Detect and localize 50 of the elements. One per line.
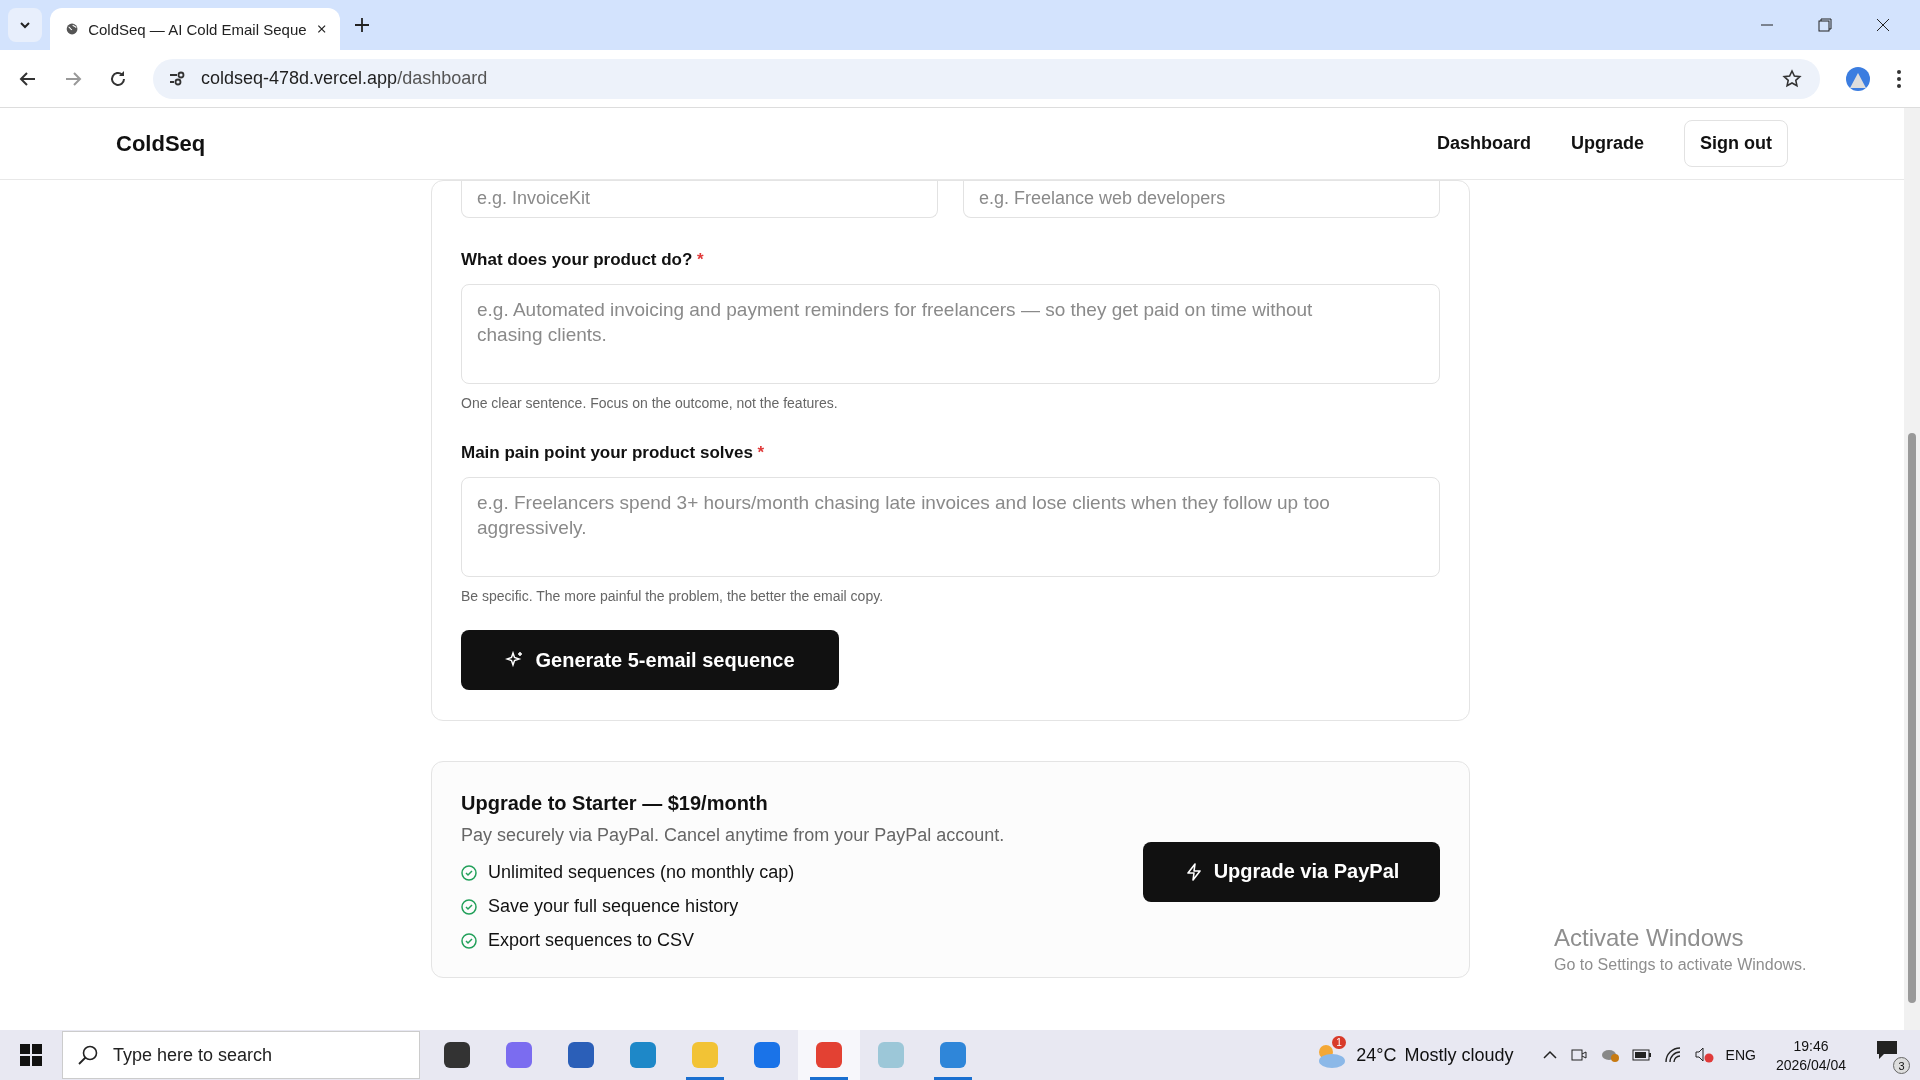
scrollbar[interactable] bbox=[1904, 108, 1920, 1030]
check-circle-icon bbox=[461, 898, 477, 915]
address-bar[interactable]: coldseq-478d.vercel.app/dashboard bbox=[153, 58, 1820, 99]
activation-notice-title: Activate Windows bbox=[1554, 924, 1745, 952]
weather-badge: 1 bbox=[1332, 1036, 1346, 1049]
feature-text: Unlimited sequences (no monthly cap) bbox=[488, 862, 795, 883]
nav-link[interactable]: Upgrade bbox=[1571, 133, 1644, 154]
generate-button[interactable]: Generate 5-email sequence bbox=[461, 630, 839, 690]
muted-speaker-icon[interactable] bbox=[1693, 1046, 1714, 1064]
feature-text: Save your full sequence history bbox=[488, 896, 739, 917]
windows-logo-icon[interactable] bbox=[20, 1044, 42, 1066]
battery-icon[interactable] bbox=[1631, 1048, 1652, 1062]
close-icon[interactable] bbox=[316, 22, 326, 36]
new-tab-icon[interactable] bbox=[354, 17, 370, 33]
menu-icon[interactable] bbox=[1896, 68, 1902, 89]
camera-icon[interactable] bbox=[1569, 1046, 1588, 1064]
input-field[interactable]: e.g. InvoiceKit bbox=[461, 181, 938, 218]
help-text: One clear sentence. Focus on the outcome, not the features. bbox=[461, 395, 839, 411]
temperature-text: 24°C bbox=[1356, 1044, 1397, 1066]
upgrade-subtitle: Pay securely via PayPal. Cancel anytime from your PayPal account. bbox=[461, 825, 1006, 846]
notifications-icon[interactable] bbox=[1876, 1040, 1898, 1060]
search-icon bbox=[77, 1044, 99, 1066]
nav-link[interactable]: Dashboard bbox=[1436, 133, 1531, 154]
clock-date[interactable]: 2026/04/04 bbox=[1775, 1056, 1846, 1073]
restore-icon[interactable] bbox=[1818, 18, 1832, 32]
upgrade-button[interactable]: Upgrade via PayPal bbox=[1143, 841, 1440, 902]
star-icon[interactable] bbox=[1782, 68, 1802, 89]
field-label: Main pain point your product solves * bbox=[461, 443, 766, 463]
taskbar-app-button[interactable] bbox=[798, 1030, 860, 1080]
field-label: What does your product do? * bbox=[461, 250, 705, 270]
textarea-field[interactable]: e.g. Freelancers spend 3+ hours/month chasing late invoices and lose clients when they follow up too aggressively. bbox=[461, 477, 1440, 577]
tab-search-button[interactable] bbox=[8, 8, 42, 42]
weather-condition: Mostly cloudy bbox=[1404, 1044, 1514, 1066]
language-indicator[interactable]: ENG bbox=[1725, 1047, 1756, 1063]
browser-tab[interactable]: ColdSeq — AI Cold Email Seque bbox=[50, 8, 340, 50]
upgrade-title: Upgrade to Starter — $19/month bbox=[461, 792, 769, 815]
check-circle-icon bbox=[461, 932, 477, 949]
help-text: Be specific. The more painful the problem, the better the email copy. bbox=[461, 588, 885, 604]
url-text: coldseq-478d.vercel.app/dashboard bbox=[201, 68, 488, 89]
avatar-icon[interactable] bbox=[1845, 65, 1871, 92]
wifi-icon[interactable] bbox=[1663, 1046, 1682, 1064]
clock-time[interactable]: 19:46 bbox=[1793, 1037, 1829, 1054]
logo[interactable]: ColdSeq bbox=[116, 130, 1437, 157]
sign-out-button[interactable]: Sign out bbox=[1684, 120, 1788, 167]
close-icon[interactable] bbox=[1876, 18, 1890, 32]
notification-count: 3 bbox=[1893, 1057, 1910, 1074]
check-circle-icon bbox=[461, 864, 477, 881]
activation-notice-text: Go to Settings to activate Windows. bbox=[1554, 956, 1807, 974]
feature-text: Export sequences to CSV bbox=[488, 930, 695, 951]
taskbar-search-field[interactable]: Type here to search bbox=[62, 1031, 420, 1079]
